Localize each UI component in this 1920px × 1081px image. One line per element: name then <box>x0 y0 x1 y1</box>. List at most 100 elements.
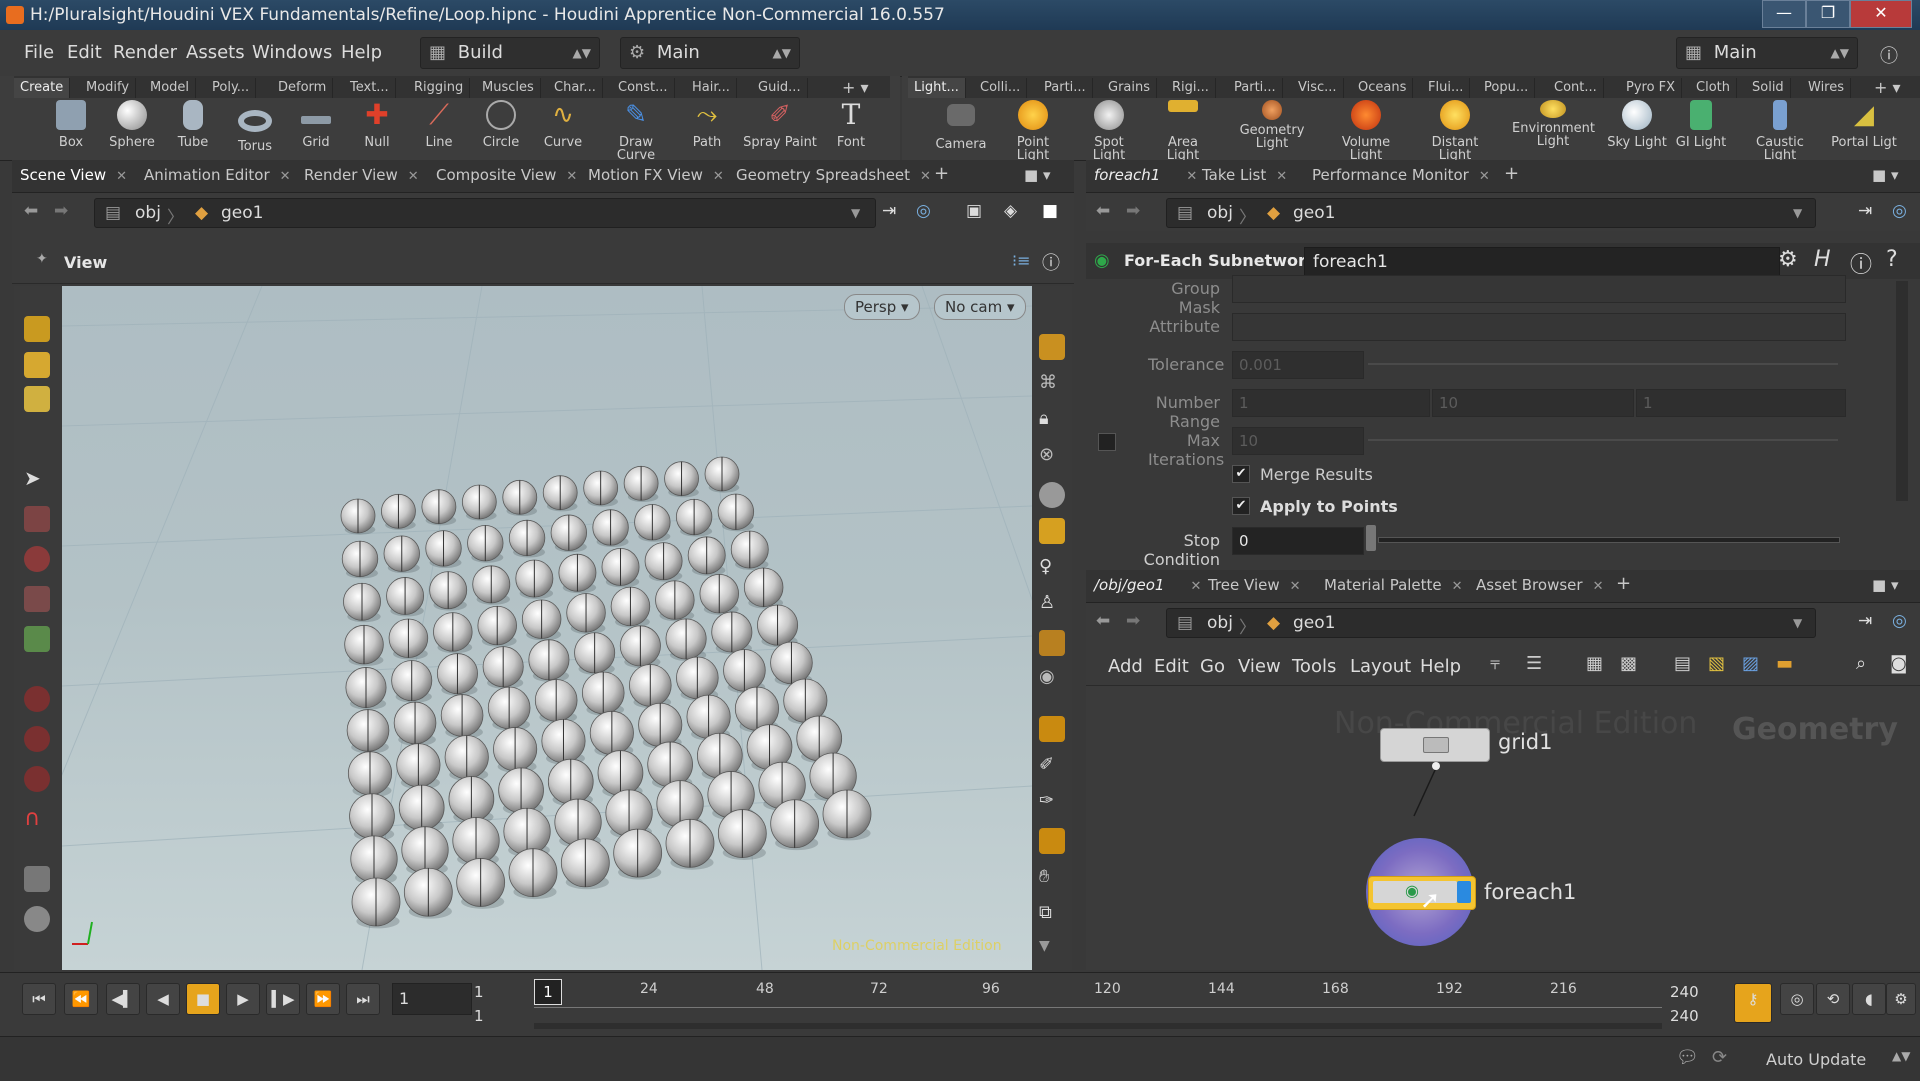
select-tool-icon[interactable]: ➤ <box>24 466 50 492</box>
pen-icon[interactable]: ✑ <box>1039 790 1065 816</box>
tab-composite-view[interactable]: Composite View ✕ <box>436 166 577 184</box>
tool-gi-light[interactable]: GI Light <box>1670 100 1732 149</box>
eye-icon[interactable]: ◉ <box>1039 666 1065 692</box>
menu-file[interactable]: File <box>24 42 54 63</box>
crumb-geo1[interactable]: geo1 <box>1293 613 1335 633</box>
attribute-field[interactable] <box>1232 313 1846 341</box>
tool-spray-paint[interactable]: ✐ Spray Paint <box>740 100 820 149</box>
close-tab-icon[interactable]: ✕ <box>1452 579 1463 594</box>
grid1-node[interactable] <box>1380 728 1490 762</box>
desktop-select[interactable]: ▦ Build ▲▼ <box>420 37 600 69</box>
tool-environment-light[interactable]: Environment Light <box>1512 100 1595 148</box>
end-frame-a[interactable]: 240 <box>1670 983 1699 1001</box>
group-mask-field[interactable] <box>1232 275 1846 303</box>
shelf-tab-text[interactable]: Text... <box>344 78 396 98</box>
timeline-track[interactable]: 1 24 48 72 96 120 144 168 192 216 <box>534 977 1662 1029</box>
person-icon[interactable]: ♙ <box>1039 592 1065 618</box>
gear-icon[interactable]: ⚙ <box>1778 247 1798 272</box>
menu-assets[interactable]: Assets <box>186 42 245 63</box>
tool-geometry-light[interactable]: Geometry Light <box>1238 100 1306 150</box>
end-frame-b[interactable]: 240 <box>1670 1007 1699 1025</box>
pane-menu-icon[interactable]: ■ ▾ <box>1872 166 1898 184</box>
network-menu-help[interactable]: Help <box>1420 656 1461 677</box>
stop-condition-field[interactable]: 0 <box>1232 527 1364 555</box>
grid-view-icon[interactable]: ▦ <box>1586 653 1603 674</box>
link-icon[interactable]: ◎ <box>916 201 931 221</box>
counter-icon[interactable] <box>1039 828 1065 854</box>
viewer-menu-icon[interactable]: ✦ <box>36 251 48 267</box>
ghost-icon[interactable]: ⌘ <box>1039 372 1065 398</box>
global-animation-options-icon[interactable]: ⚙ <box>1886 983 1916 1015</box>
tool-tube[interactable]: Tube <box>162 100 224 149</box>
tool-null[interactable]: ✚ Null <box>346 100 408 150</box>
crumb-obj[interactable]: obj <box>1207 613 1233 633</box>
tab-foreach1[interactable]: foreach1 ✕ <box>1094 166 1197 184</box>
tool-path[interactable]: ⤳ Path <box>676 100 738 149</box>
shelf-tab-model[interactable]: Model <box>144 78 197 98</box>
shelf-tab-oceans[interactable]: Oceans <box>1352 78 1414 98</box>
display-flag-icon[interactable] <box>1457 881 1471 903</box>
max-iterations-slider[interactable] <box>1368 439 1838 441</box>
shelf-tab-lights[interactable]: Light... <box>908 78 966 98</box>
shelf-tab-wires[interactable]: Wires <box>1802 78 1852 98</box>
network-menu-tools[interactable]: Tools <box>1292 656 1336 677</box>
close-tab-icon[interactable]: ✕ <box>566 169 577 184</box>
current-frame-field[interactable]: 1 <box>392 983 472 1015</box>
shelf-tab-grains[interactable]: Grains <box>1102 78 1158 98</box>
tool-torus[interactable]: Torus <box>224 100 286 153</box>
context-select[interactable]: ⚙ Main ▲▼ <box>620 37 800 69</box>
scene-viewport[interactable]: Persp ▾ No cam ▾ Non-Commercial Edition <box>62 286 1032 970</box>
close-tab-icon[interactable]: ✕ <box>1290 579 1301 594</box>
help-icon[interactable]: ⓘ <box>1880 42 1898 68</box>
chevron-down-icon[interactable]: ▼ <box>1039 938 1065 964</box>
rotate-tool-icon[interactable] <box>24 546 50 572</box>
range-step-field[interactable]: 1 <box>1636 389 1846 417</box>
shelf-tab-guid[interactable]: Guid... <box>752 78 808 98</box>
play-reverse-icon[interactable]: ◀ <box>146 983 180 1015</box>
audio-icon[interactable]: ◖ <box>1852 983 1886 1015</box>
sticky-note-icon[interactable]: ▧ <box>1708 653 1725 674</box>
tool-distant-light[interactable]: Distant Light <box>1416 100 1494 162</box>
start-frame-b[interactable]: 1 <box>474 1007 484 1025</box>
auto-update-label[interactable]: Auto Update <box>1766 1050 1866 1069</box>
close-tab-icon[interactable]: ✕ <box>116 169 127 184</box>
step-back-icon[interactable]: ◀▍ <box>106 983 140 1015</box>
params-scrollbar[interactable] <box>1896 281 1908 501</box>
tolerance-field[interactable]: 0.001 <box>1232 351 1364 379</box>
shelf-tab-hair[interactable]: Hair... <box>686 78 737 98</box>
refresh-icon[interactable]: ⟳ <box>1712 1047 1727 1068</box>
transform-tool-icon[interactable] <box>24 506 50 532</box>
select-mode-dynamics-icon[interactable] <box>24 386 50 412</box>
shelf-tab-const[interactable]: Const... <box>612 78 675 98</box>
tab-scene-view[interactable]: Scene View ✕ <box>20 166 127 184</box>
shelf-tab-parti[interactable]: Parti... <box>1038 78 1093 98</box>
shelf-tab-rigging[interactable]: Rigging <box>408 78 471 98</box>
forward-arrow-icon[interactable]: ➡ <box>54 201 68 221</box>
snap-icon[interactable] <box>1039 716 1065 742</box>
node-name-field[interactable]: foreach1 <box>1304 247 1780 277</box>
brush-icon[interactable]: ✐ <box>1039 754 1065 780</box>
shelf-tab-modify[interactable]: Modify <box>80 78 137 98</box>
viewer-layout-icon[interactable]: ⁝≡ <box>1012 251 1031 270</box>
display-options-icon[interactable] <box>1039 334 1065 360</box>
forward-arrow-icon[interactable]: ➡ <box>1126 611 1140 631</box>
jump-end-icon[interactable]: ⏭ <box>346 983 380 1015</box>
back-arrow-icon[interactable]: ⬅ <box>1096 611 1110 631</box>
menu-edit[interactable]: Edit <box>67 42 102 63</box>
shelf-tab-colli[interactable]: Colli... <box>974 78 1028 98</box>
tab-tree-view[interactable]: Tree View ✕ <box>1208 576 1301 594</box>
shelf-tab-cloth[interactable]: Cloth <box>1690 78 1737 98</box>
pane-menu-icon[interactable]: ■ ▾ <box>1024 166 1050 184</box>
select-mode-geometry-icon[interactable] <box>24 352 50 378</box>
tool-sky-light[interactable]: Sky Light <box>1606 100 1668 149</box>
camera-lock-icon[interactable] <box>1039 630 1065 656</box>
select-mode-object-icon[interactable] <box>24 316 50 342</box>
network-menu-go[interactable]: Go <box>1200 656 1225 677</box>
thumbnail-icon[interactable]: ▩ <box>1620 653 1637 674</box>
add-tab-icon[interactable]: + <box>1616 573 1631 594</box>
handle-tool-icon[interactable] <box>24 626 50 652</box>
maximize-pane-icon[interactable]: ■ <box>1042 201 1058 221</box>
light-icon[interactable] <box>1039 518 1065 544</box>
magnet-icon[interactable]: ∩ <box>24 806 50 832</box>
tab-render-view[interactable]: Render View ✕ <box>304 166 419 184</box>
